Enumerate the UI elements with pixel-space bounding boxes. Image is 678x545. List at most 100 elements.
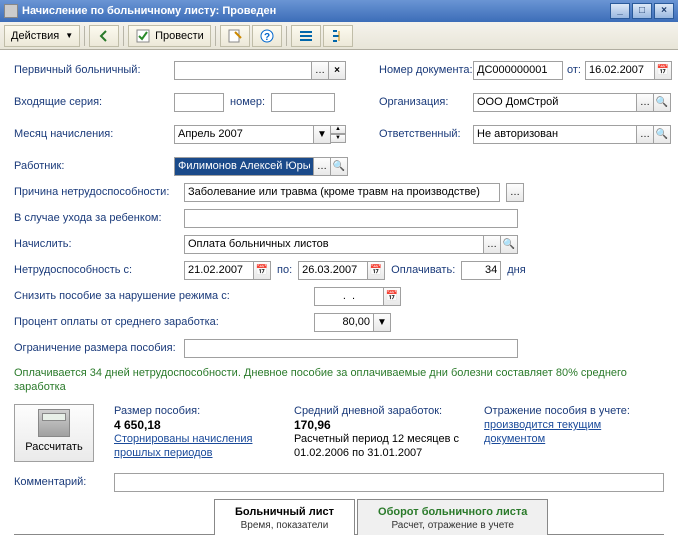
reduce-from-input[interactable] — [314, 287, 384, 306]
month-spinner[interactable]: ▲ ▼ — [330, 125, 346, 143]
days-count-input[interactable] — [461, 261, 501, 280]
list-icon — [298, 28, 314, 44]
form-content: Первичный больничный: … × Номер документ… — [0, 50, 678, 545]
incoming-series-input[interactable] — [174, 93, 224, 112]
tab1-subtitle: Время, показатели — [235, 520, 334, 531]
percent-input[interactable] — [314, 313, 374, 332]
tab-sick-leave-reverse[interactable]: Оборот больничного листа Расчет, отражен… — [357, 499, 548, 535]
spin-up[interactable]: ▲ — [330, 125, 346, 134]
conduct-button[interactable]: Провести — [128, 25, 211, 47]
tab-sick-leave[interactable]: Больничный лист Время, показатели — [214, 499, 355, 535]
svg-text:?: ? — [264, 32, 270, 43]
date-picker-button[interactable]: 📅 — [383, 287, 401, 306]
doc-number-input[interactable] — [473, 61, 563, 80]
child-care-label: В случае ухода за ребенком: — [14, 212, 184, 224]
app-icon — [4, 4, 18, 18]
maximize-button[interactable]: □ — [632, 3, 652, 19]
benefit-size-label: Размер пособия: — [114, 404, 274, 418]
calculation-section: Рассчитать Размер пособия: 4 650,18 Стор… — [14, 404, 664, 462]
calculator-icon — [38, 409, 70, 437]
select-button[interactable]: … — [483, 235, 501, 254]
days-label: дня — [507, 264, 525, 276]
tab1-title: Больничный лист — [235, 506, 334, 518]
percent-pay-label: Процент оплаты от среднего заработка: — [14, 316, 314, 328]
info-text: Оплачивается 34 дней нетрудоспособности.… — [14, 366, 664, 394]
toolbar-button-1[interactable] — [220, 25, 250, 47]
select-button[interactable]: … — [506, 183, 524, 202]
reflection-label: Отражение пособия в учете: — [484, 404, 634, 418]
actions-label: Действия — [11, 30, 59, 42]
child-care-input[interactable] — [184, 209, 518, 228]
accrual-month-label: Месяц начисления: — [14, 128, 174, 140]
select-button[interactable]: … — [311, 61, 329, 80]
lookup-button[interactable]: 🔍 — [500, 235, 518, 254]
avg-daily-block: Средний дневной заработок: 170,96 Расчет… — [294, 404, 464, 462]
close-button[interactable]: × — [654, 3, 674, 19]
window-title: Начисление по больничному листу: Проведе… — [22, 5, 610, 17]
accrual-month-input[interactable] — [174, 125, 314, 144]
disability-reason-input[interactable] — [184, 183, 500, 202]
select-button[interactable]: … — [636, 93, 654, 112]
doc-number-label: Номер документа: — [379, 64, 473, 76]
comment-label: Комментарий: — [14, 476, 114, 488]
employee-input[interactable] — [174, 157, 314, 176]
date-picker-button[interactable]: 📅 — [253, 261, 271, 280]
dropdown-button[interactable]: ▼ — [313, 125, 331, 144]
select-button[interactable]: … — [313, 157, 331, 176]
help-icon: ? — [259, 28, 275, 44]
tab-bar: Больничный лист Время, показатели Оборот… — [14, 498, 664, 535]
help-button[interactable]: ? — [252, 25, 282, 47]
conduct-icon — [135, 28, 151, 44]
toolbar-separator — [286, 26, 287, 46]
organization-label: Организация: — [379, 96, 473, 108]
toolbar-button-4[interactable] — [323, 25, 353, 47]
select-button[interactable]: … — [636, 125, 654, 144]
responsible-input[interactable] — [473, 125, 637, 144]
doc-date-input[interactable] — [585, 61, 655, 80]
disability-from-label: Нетрудоспособность с: — [14, 264, 184, 276]
toolbar-separator — [123, 26, 124, 46]
lookup-button[interactable]: 🔍 — [653, 93, 671, 112]
pay-for-label: Оплачивать: — [391, 264, 455, 276]
to-label: по: — [277, 264, 292, 276]
responsible-label: Ответственный: — [379, 128, 473, 140]
avg-daily-label: Средний дневной заработок: — [294, 404, 464, 418]
benefit-limit-input[interactable] — [184, 339, 518, 358]
spin-down[interactable]: ▼ — [330, 134, 346, 143]
calculate-button[interactable]: Рассчитать — [14, 404, 94, 462]
primary-sick-label: Первичный больничный: — [14, 64, 174, 76]
reflection-link[interactable]: производится текущим документом — [484, 418, 634, 446]
toolbar-back-button[interactable] — [89, 25, 119, 47]
clear-button[interactable]: × — [328, 61, 346, 80]
toolbar: Действия ▼ Провести ? — [0, 22, 678, 50]
window-titlebar: Начисление по больничному листу: Проведе… — [0, 0, 678, 22]
lookup-button[interactable]: 🔍 — [653, 125, 671, 144]
number-label: номер: — [230, 96, 265, 108]
conduct-label: Провести — [155, 30, 204, 42]
tab2-title: Оборот больничного листа — [378, 506, 527, 518]
incoming-number-input[interactable] — [271, 93, 335, 112]
reversed-link[interactable]: Сторнированы начисления прошлых периодов — [114, 432, 274, 460]
date-to-input[interactable] — [298, 261, 368, 280]
organization-input[interactable] — [473, 93, 637, 112]
lookup-button[interactable]: 🔍 — [330, 157, 348, 176]
accrue-label: Начислить: — [14, 238, 184, 250]
calculate-label: Рассчитать — [15, 441, 93, 453]
minimize-button[interactable]: _ — [610, 3, 630, 19]
dropdown-button[interactable]: ▼ — [373, 313, 391, 332]
tab2-subtitle: Расчет, отражение в учете — [378, 520, 527, 531]
date-picker-button[interactable]: 📅 — [654, 61, 672, 80]
toolbar-button-3[interactable] — [291, 25, 321, 47]
actions-menu[interactable]: Действия ▼ — [4, 25, 80, 47]
reduce-benefit-label: Снизить пособие за нарушение режима с: — [14, 290, 314, 302]
from-date-label: от: — [567, 64, 581, 76]
avg-daily-value: 170,96 — [294, 418, 464, 432]
accrue-input[interactable] — [184, 235, 484, 254]
date-picker-button[interactable]: 📅 — [367, 261, 385, 280]
toolbar-separator — [84, 26, 85, 46]
date-from-input[interactable] — [184, 261, 254, 280]
primary-sick-input[interactable] — [174, 61, 312, 80]
benefit-size-block: Размер пособия: 4 650,18 Сторнированы на… — [114, 404, 274, 462]
comment-input[interactable] — [114, 473, 664, 492]
benefit-size-value: 4 650,18 — [114, 418, 274, 432]
